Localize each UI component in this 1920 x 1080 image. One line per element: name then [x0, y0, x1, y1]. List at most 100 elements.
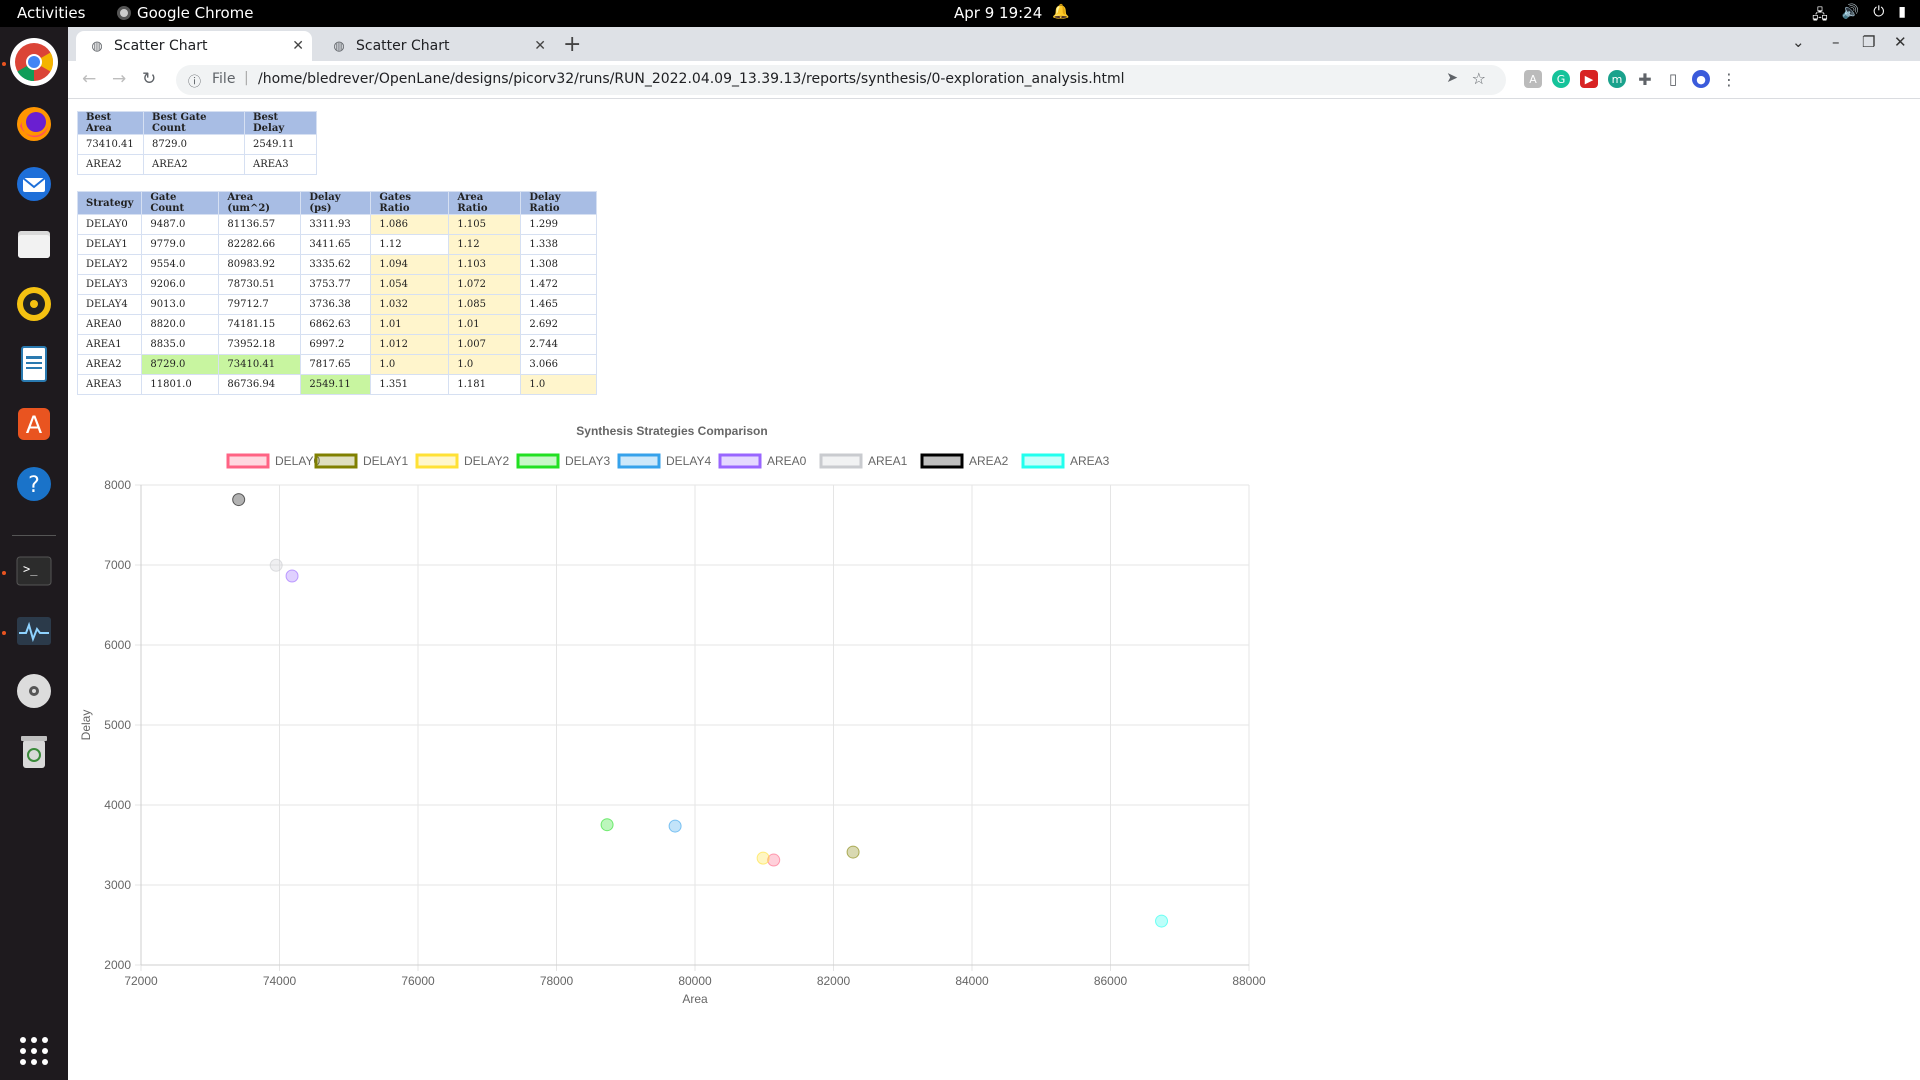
kebab-menu-icon[interactable]: ⋮: [1720, 70, 1738, 89]
table-cell: AREA2: [77, 154, 144, 175]
table-cell: 9487.0: [141, 214, 220, 235]
table-cell: 1.007: [448, 334, 522, 355]
legend-swatch: [718, 453, 762, 469]
strategy-table: Strategy Gate Count Area (um^2) Delay (ps) G…: [76, 191, 598, 395]
table-row: AREA0 8820.0 74181.15 6862.63 1.01 1.01 2.692: [76, 314, 598, 335]
globe-icon: ◍: [333, 38, 345, 54]
star-icon[interactable]: ☆: [1472, 69, 1486, 88]
address-bar[interactable]: ⓘ File | /home/bledrever/OpenLane/design…: [176, 65, 1506, 95]
table-cell: 1.181: [448, 374, 522, 395]
column-header: Area (um^2): [218, 191, 302, 215]
close-window-icon[interactable]: ✕: [1894, 33, 1907, 51]
svg-text:>_: >_: [23, 562, 38, 576]
tab-title: Scatter Chart: [114, 38, 208, 54]
writer-icon[interactable]: [10, 340, 58, 388]
table-cell: 8820.0: [141, 314, 220, 335]
legend-label: DELAY3: [565, 454, 610, 468]
tab-scatter-chart-1[interactable]: ◍ Scatter Chart ✕: [76, 31, 312, 61]
system-monitor-icon[interactable]: [10, 607, 58, 655]
app-menu[interactable]: Google Chrome: [117, 4, 254, 22]
legend-swatch: [1021, 453, 1065, 469]
table-cell: 2549.11: [244, 134, 317, 155]
legend-label: AREA1: [868, 454, 908, 468]
table-cell: 79712.7: [218, 294, 302, 315]
y-axis-label: Delay: [79, 710, 93, 741]
help-icon[interactable]: ?: [10, 460, 58, 508]
battery-icon: ▮: [1898, 4, 1906, 20]
chrome-icon[interactable]: [10, 38, 58, 86]
dock: A ? >_: [0, 27, 68, 1080]
chevron-down-icon[interactable]: ⌄: [1792, 33, 1805, 51]
x-tick-label: 72000: [124, 974, 158, 988]
data-point-delay0: [767, 853, 781, 867]
table-cell: 1.072: [448, 274, 522, 295]
side-panel-icon[interactable]: ▯: [1664, 70, 1682, 88]
table-cell: 3753.77: [300, 274, 372, 295]
table-cell: 3411.65: [300, 234, 372, 255]
send-icon[interactable]: ➤: [1446, 70, 1458, 86]
table-cell: 1.032: [370, 294, 450, 315]
reload-icon[interactable]: ↻: [142, 69, 156, 89]
table-row: AREA2 AREA2 AREA3: [77, 154, 317, 175]
extension-icon[interactable]: m: [1608, 70, 1626, 88]
table-cell: 1.299: [520, 214, 598, 235]
url-text[interactable]: /home/bledrever/OpenLane/designs/picorv3…: [258, 71, 1125, 87]
table-cell: 1.01: [448, 314, 522, 335]
table-cell: 1.01: [370, 314, 450, 335]
url-protocol: File: [212, 71, 236, 87]
software-icon[interactable]: A: [10, 400, 58, 448]
table-cell: 1.351: [370, 374, 450, 395]
data-point-area3: [1155, 914, 1169, 928]
rhythmbox-icon[interactable]: [10, 280, 58, 328]
table-row: DELAY3 9206.0 78730.51 3753.77 1.054 1.072 1.4…: [76, 274, 598, 295]
new-tab-button[interactable]: +: [563, 32, 581, 57]
table-cell: 73410.41: [218, 354, 302, 375]
column-header: Best Delay: [244, 111, 317, 135]
legend-swatch: [819, 453, 863, 469]
avatar[interactable]: ●: [1692, 70, 1710, 88]
terminal-icon[interactable]: >_: [10, 547, 58, 595]
firefox-icon[interactable]: [10, 100, 58, 148]
info-icon[interactable]: ⓘ: [188, 71, 201, 90]
forward-icon[interactable]: →: [112, 69, 126, 89]
grammarly-icon[interactable]: G: [1552, 70, 1570, 88]
table-cell: 1.105: [448, 214, 522, 235]
restore-icon[interactable]: ❐: [1862, 33, 1875, 51]
y-tick-label: 3000: [104, 878, 131, 892]
trash-icon[interactable]: [10, 727, 58, 775]
table-cell: 74181.15: [218, 314, 302, 335]
extension-icon[interactable]: A: [1524, 70, 1542, 88]
url-separator: |: [244, 70, 249, 86]
disc-icon[interactable]: [10, 667, 58, 715]
legend-swatch: [617, 453, 661, 469]
column-header: Delay Ratio: [520, 191, 598, 215]
system-tray[interactable]: 🖧 🔊 ⏻ ▮: [1812, 4, 1906, 28]
back-icon[interactable]: ←: [82, 69, 96, 89]
system-top-bar: Activities Google Chrome Apr 9 19:24 🔔 🖧…: [0, 0, 1920, 27]
puzzle-icon[interactable]: ✚: [1636, 70, 1654, 89]
legend-label: DELAY0: [275, 454, 320, 468]
svg-text:?: ?: [28, 473, 40, 498]
close-icon[interactable]: ✕: [292, 38, 304, 54]
table-cell: 2549.11: [300, 374, 372, 395]
column-header: Delay (ps): [300, 191, 372, 215]
extension-icon[interactable]: ▶: [1580, 70, 1598, 88]
close-icon[interactable]: ✕: [534, 38, 546, 54]
tab-scatter-chart-2[interactable]: ◍ Scatter Chart ✕: [318, 31, 554, 61]
column-header: Gate Count: [141, 191, 220, 215]
table-cell: 8835.0: [141, 334, 220, 355]
power-icon: ⏻: [1873, 4, 1885, 20]
column-header: Best Gate Count: [143, 111, 245, 135]
minimize-icon[interactable]: –: [1832, 33, 1840, 51]
clock[interactable]: Apr 9 19:24: [954, 4, 1042, 22]
table-cell: 1.085: [448, 294, 522, 315]
table-cell: 3311.93: [300, 214, 372, 235]
running-indicator: [2, 631, 6, 635]
x-tick-label: 82000: [817, 974, 851, 988]
globe-icon: ◍: [91, 38, 103, 54]
files-icon[interactable]: [10, 220, 58, 268]
thunderbird-icon[interactable]: [10, 160, 58, 208]
activities-button[interactable]: Activities: [17, 4, 85, 22]
data-point-area0: [285, 569, 299, 583]
apps-grid-icon[interactable]: [10, 1027, 58, 1075]
